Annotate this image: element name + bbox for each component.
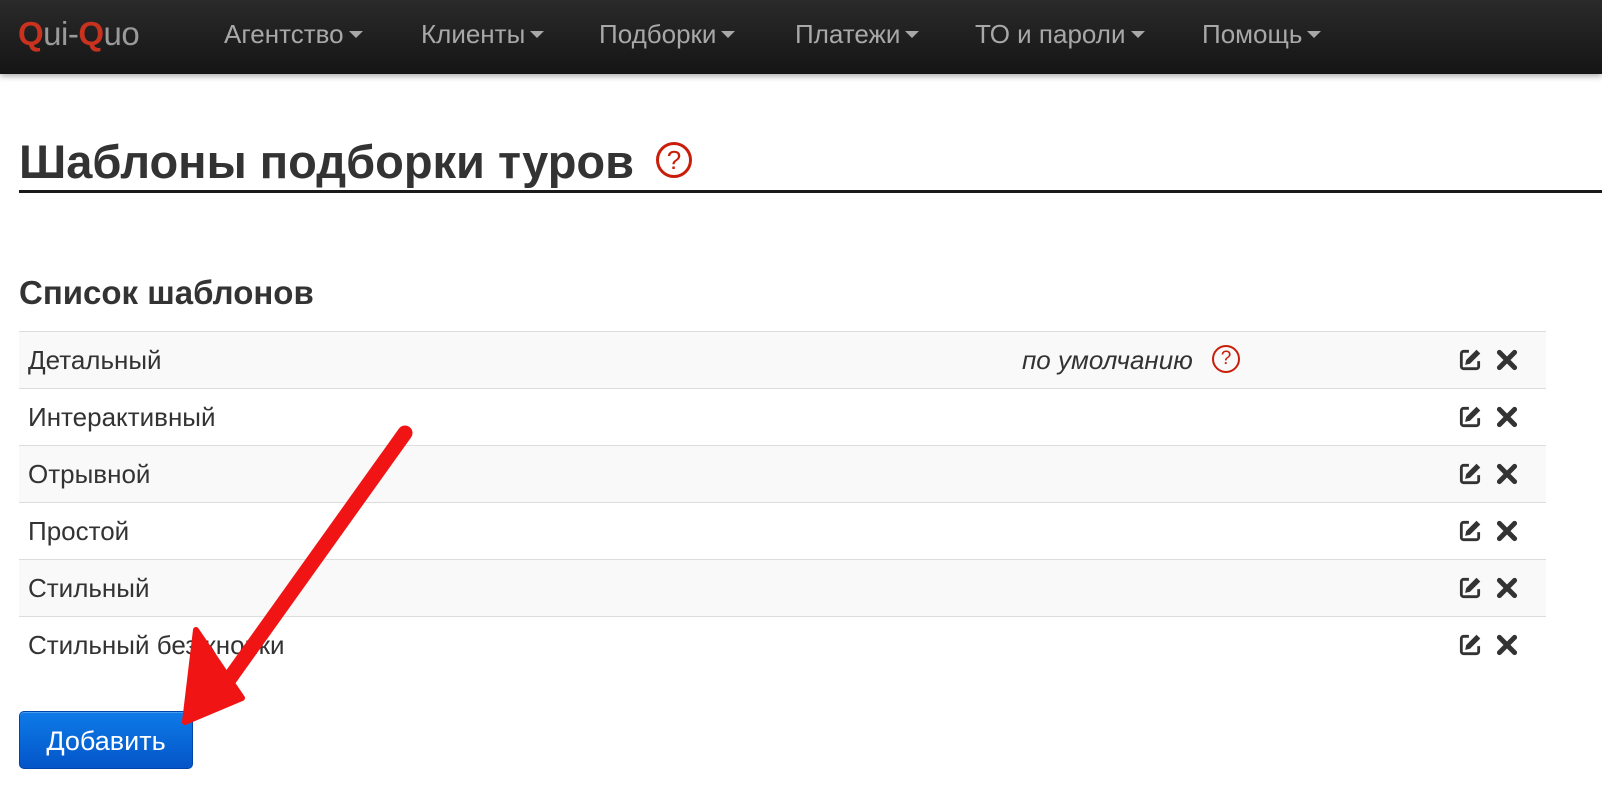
edit-icon[interactable] (1457, 575, 1483, 601)
delete-icon[interactable] (1494, 404, 1520, 430)
caret-down-icon (348, 30, 363, 38)
caret-down-icon (530, 30, 545, 38)
nav-item-clients[interactable]: Клиенты (421, 16, 545, 52)
brand-logo[interactable]: Qui-Quo (18, 14, 140, 54)
template-name: Отрывной (28, 459, 151, 489)
nav-item-selections[interactable]: Подборки (599, 16, 736, 52)
nav-item-label: ТО и пароли (975, 19, 1126, 49)
nav-item-agency[interactable]: Агентство (224, 16, 363, 52)
nav-item-label: Агентство (224, 19, 344, 49)
default-label: по умолчанию (1022, 345, 1193, 375)
nav-item-payments[interactable]: Платежи (795, 16, 920, 52)
delete-icon[interactable] (1494, 347, 1520, 373)
table-row: Интерактивный (19, 389, 1546, 446)
edit-icon[interactable] (1457, 632, 1483, 658)
caret-down-icon (905, 30, 920, 38)
nav-item-label: Клиенты (421, 19, 526, 49)
edit-icon[interactable] (1457, 518, 1483, 544)
caret-down-icon (1130, 30, 1145, 38)
top-navbar: Qui-Quo Агентство Клиенты Подборки Плате… (0, 0, 1602, 74)
template-name: Простой (28, 516, 130, 546)
template-name: Стильный без кнопки (28, 630, 285, 660)
help-icon[interactable]: ? (656, 142, 692, 178)
nav-item-operators[interactable]: ТО и пароли (975, 16, 1145, 52)
page-title: Шаблоны подборки туров (19, 135, 635, 188)
edit-icon[interactable] (1457, 461, 1483, 487)
delete-icon[interactable] (1494, 632, 1520, 658)
table-row: Стильный без кнопки (19, 617, 1546, 673)
brand-q1: Q (18, 15, 44, 52)
brand-end: uo (103, 15, 140, 52)
page-header: Шаблоны подборки туров ? (19, 128, 1602, 193)
caret-down-icon (721, 30, 736, 38)
table-row: Детальный по умолчанию ? (19, 332, 1546, 389)
nav-item-label: Платежи (795, 19, 901, 49)
table-row: Отрывной (19, 446, 1546, 503)
edit-icon[interactable] (1457, 347, 1483, 373)
template-name: Детальный (28, 345, 162, 375)
delete-icon[interactable] (1494, 461, 1520, 487)
caret-down-icon (1307, 30, 1322, 38)
help-icon[interactable]: ? (1212, 345, 1240, 373)
edit-icon[interactable] (1457, 404, 1483, 430)
template-name: Интерактивный (28, 402, 216, 432)
nav-item-help[interactable]: Помощь (1202, 16, 1322, 52)
nav-item-label: Помощь (1202, 19, 1303, 49)
templates-table: Детальный по умолчанию ? Интерактивный О… (19, 331, 1546, 673)
table-row: Простой (19, 503, 1546, 560)
table-row: Стильный (19, 560, 1546, 617)
brand-q2: Q (78, 15, 104, 52)
template-name: Стильный (28, 573, 150, 603)
nav-item-label: Подборки (599, 19, 717, 49)
delete-icon[interactable] (1494, 575, 1520, 601)
delete-icon[interactable] (1494, 518, 1520, 544)
brand-mid: ui- (43, 15, 79, 52)
section-title: Список шаблонов (19, 274, 314, 311)
add-template-button[interactable]: Добавить (19, 711, 193, 769)
